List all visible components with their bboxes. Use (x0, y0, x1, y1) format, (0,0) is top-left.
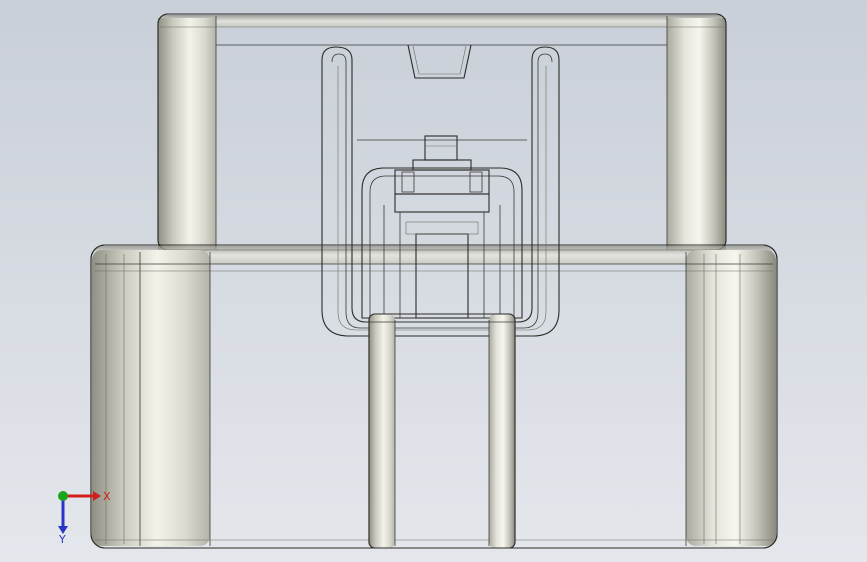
x-axis-head (93, 491, 101, 501)
upper-block[interactable] (157, 13, 727, 251)
y-axis-arrow-icon (58, 496, 68, 534)
x-axis-arrow-icon (63, 491, 101, 501)
lower-block[interactable] (90, 244, 778, 549)
z-axis-origin-icon (58, 491, 68, 501)
y-axis-label: Y (58, 533, 66, 544)
center-boss[interactable] (357, 135, 527, 319)
latch-arms[interactable] (321, 46, 560, 337)
graphics-viewport[interactable]: X Y (0, 0, 867, 562)
coordinate-triad: X Y (58, 490, 111, 544)
connector-housing-model[interactable] (0, 0, 867, 562)
front-tab[interactable] (368, 313, 516, 549)
x-axis-label: X (103, 490, 111, 503)
